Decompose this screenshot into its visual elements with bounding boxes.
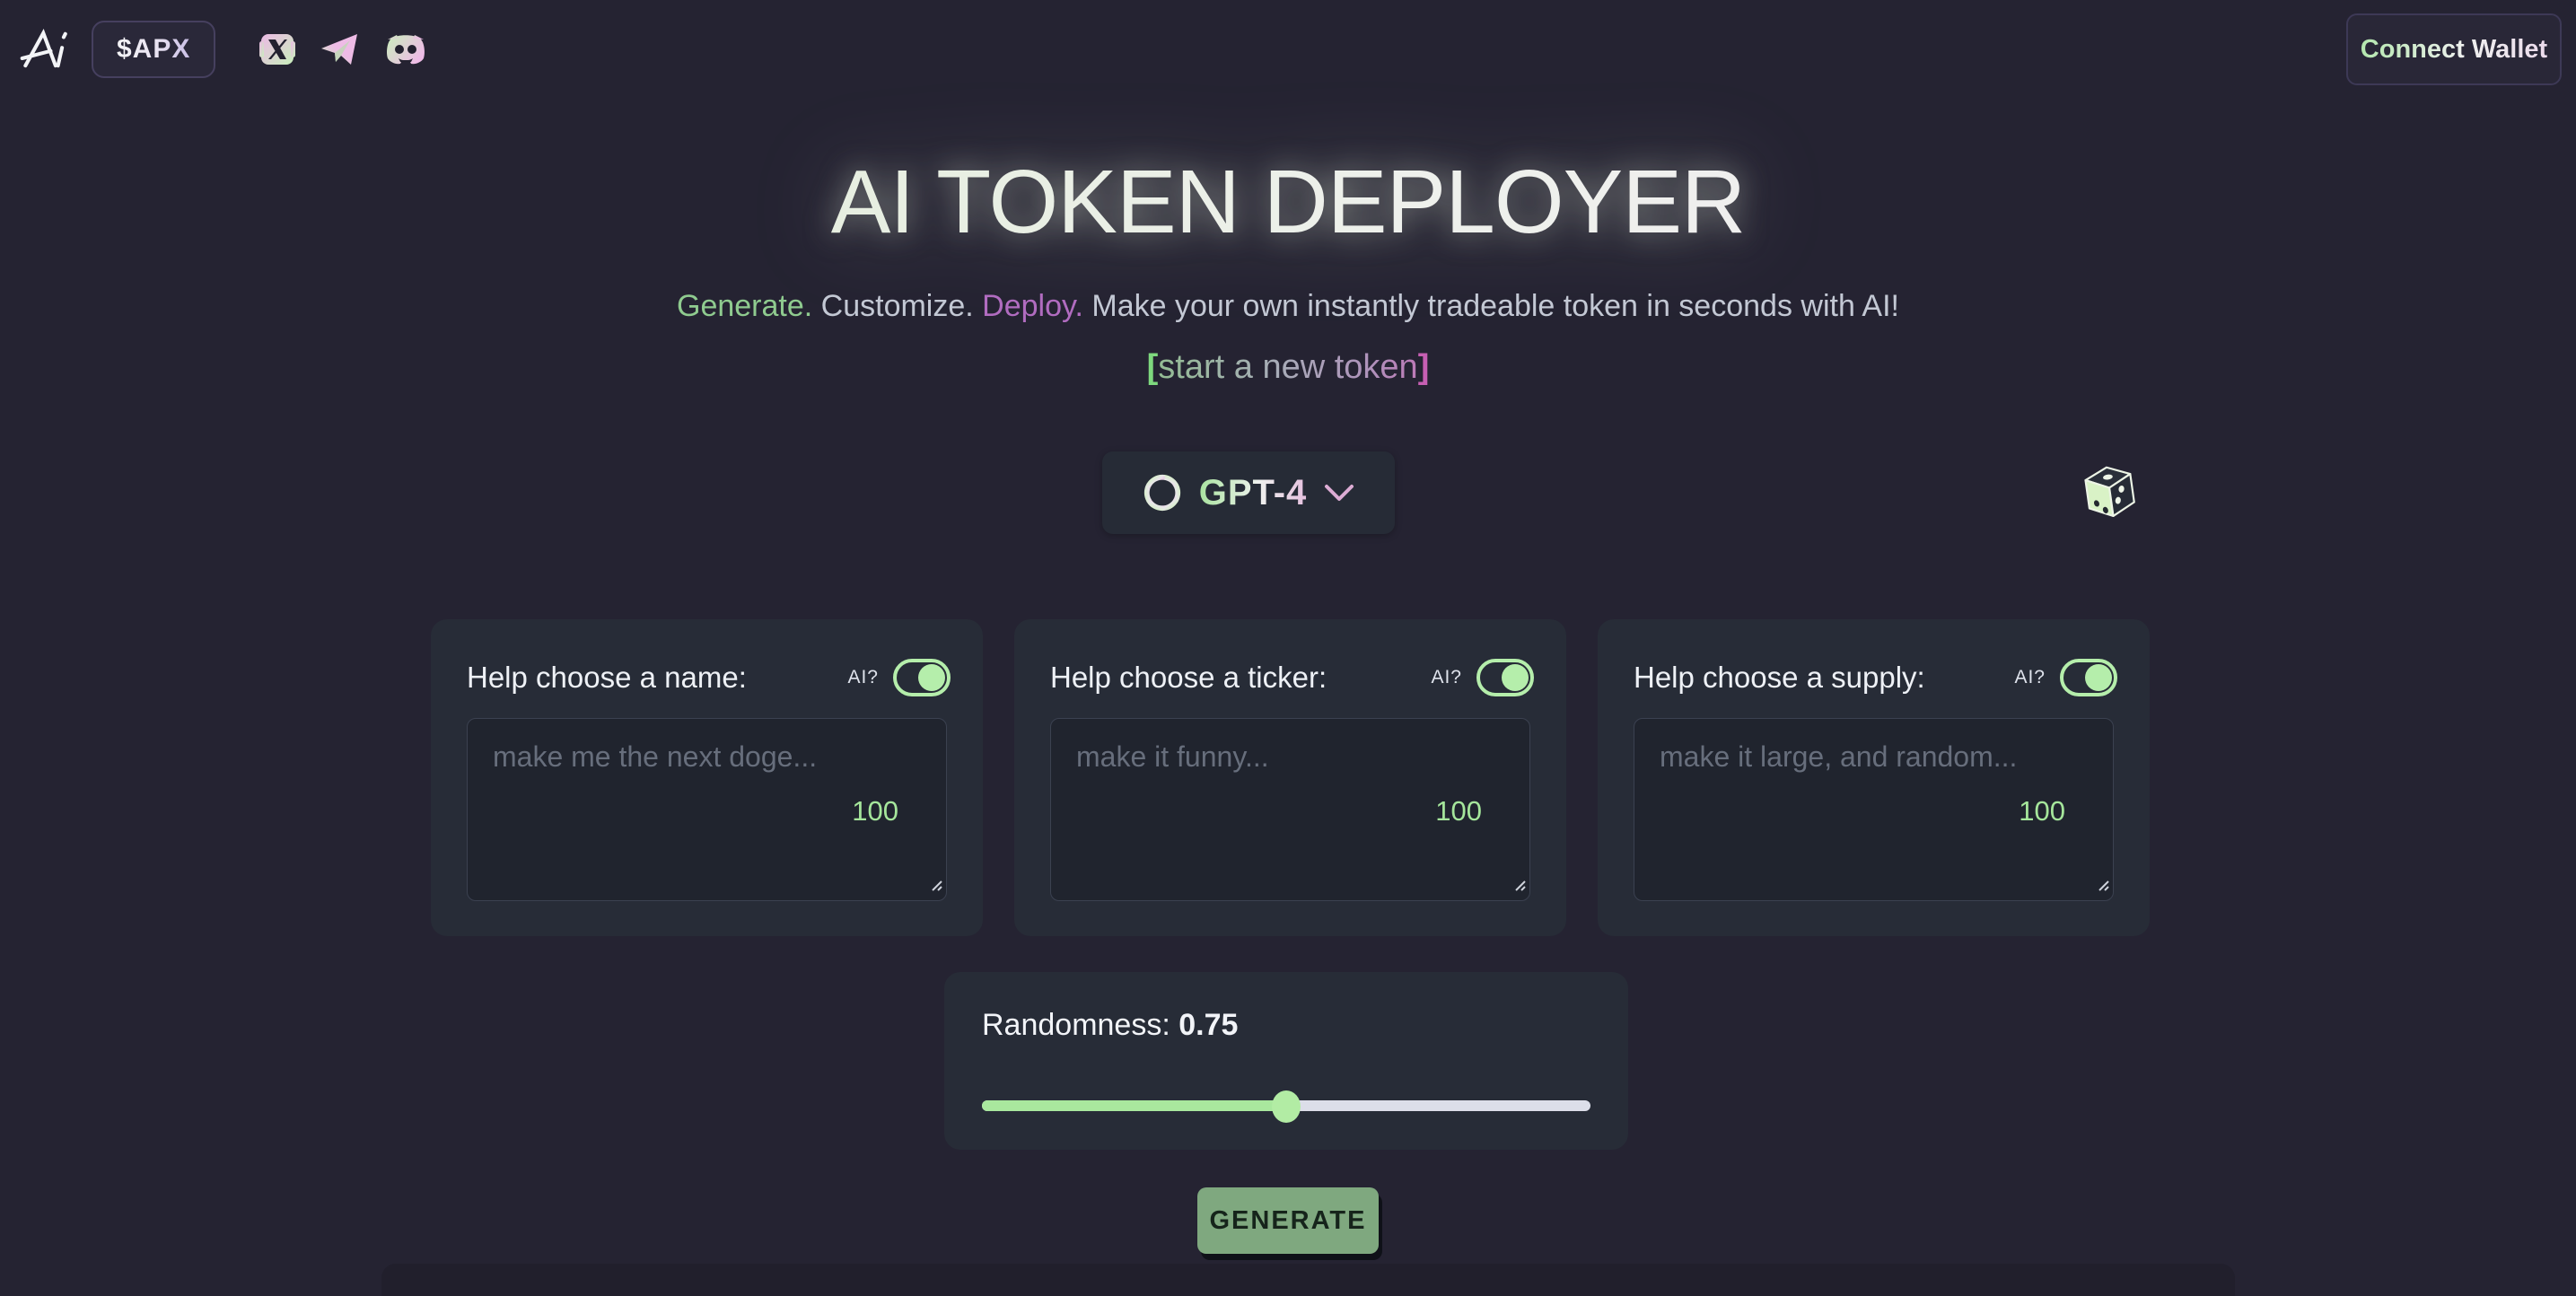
header: $APX: [0, 0, 2576, 99]
name-input-wrap: 100: [467, 718, 951, 901]
ticker-card-label: Help choose a ticker:: [1050, 661, 1327, 695]
subtitle-rest: Make your own instantly tradeable token …: [1083, 289, 1899, 323]
model-select-label: GPT-4: [1199, 473, 1308, 513]
name-prompt-input[interactable]: [467, 718, 947, 901]
chevron-down-icon: [1323, 482, 1355, 504]
randomness-card: Randomness: 0.75: [944, 972, 1628, 1150]
ticker-prompt-input[interactable]: [1050, 718, 1530, 901]
supply-card-label: Help choose a supply:: [1634, 661, 1925, 695]
openai-icon: [1142, 472, 1183, 513]
connect-wallet-label: Connect Wallet: [2361, 35, 2547, 65]
generate-button[interactable]: GENERATE: [1197, 1187, 1379, 1254]
toggle-knob: [2085, 664, 2112, 691]
subtitle: Generate. Customize. Deploy. Make your o…: [0, 289, 2576, 324]
page-title: AI TOKEN DEPLOYER: [0, 151, 2576, 254]
slider-fill: [982, 1100, 1286, 1111]
page: $APX: [0, 0, 2576, 1296]
supply-input-wrap: 100: [1634, 718, 2117, 901]
randomness-label: Randomness: 0.75: [982, 1008, 1590, 1043]
randomness-label-text: Randomness:: [982, 1008, 1170, 1042]
ai-toggle[interactable]: [893, 659, 951, 696]
name-card-label: Help choose a name:: [467, 661, 747, 695]
apx-token-label: $APX: [117, 34, 190, 65]
ticker-card: Help choose a ticker: AI? 100: [1014, 619, 1566, 936]
subtitle-generate: Generate.: [677, 289, 812, 323]
name-card: Help choose a name: AI? 100: [431, 619, 983, 936]
apx-token-badge[interactable]: $APX: [92, 21, 215, 78]
dice-icon[interactable]: [2079, 462, 2142, 525]
subtitle-deploy: Deploy.: [974, 289, 1083, 323]
connect-wallet-button[interactable]: Connect Wallet: [2346, 13, 2562, 85]
randomness-value: 0.75: [1178, 1008, 1238, 1042]
next-section-edge: [381, 1264, 2235, 1296]
start-new-token-link[interactable]: [start a new token]: [0, 348, 2576, 387]
ai-toggle-group: AI?: [2014, 659, 2117, 696]
x-icon[interactable]: [258, 31, 296, 68]
app-logo-icon[interactable]: [20, 23, 72, 75]
ai-toggle[interactable]: [1476, 659, 1534, 696]
discord-icon[interactable]: [384, 31, 427, 67]
toggle-knob: [918, 664, 945, 691]
telegram-icon[interactable]: [320, 31, 361, 68]
ai-toggle-group: AI?: [1431, 659, 1534, 696]
subtitle-customize: Customize.: [812, 289, 974, 323]
ai-label: AI?: [847, 667, 879, 688]
supply-card: Help choose a supply: AI? 100: [1598, 619, 2150, 936]
toggle-knob: [1502, 664, 1529, 691]
bracket-open: [: [1147, 348, 1159, 386]
model-select-dropdown[interactable]: GPT-4: [1102, 451, 1395, 534]
name-card-header: Help choose a name: AI?: [467, 659, 951, 696]
ai-label: AI?: [2014, 667, 2046, 688]
ticker-input-wrap: 100: [1050, 718, 1534, 901]
slider-knob[interactable]: [1272, 1090, 1301, 1123]
bracket-close: ]: [1418, 348, 1430, 386]
ai-toggle[interactable]: [2060, 659, 2117, 696]
social-links: [258, 31, 427, 68]
randomness-slider[interactable]: [982, 1090, 1590, 1122]
supply-card-header: Help choose a supply: AI?: [1634, 659, 2117, 696]
ticker-card-header: Help choose a ticker: AI?: [1050, 659, 1534, 696]
ai-label: AI?: [1431, 667, 1462, 688]
start-link-label: start a new token: [1158, 348, 1417, 386]
supply-prompt-input[interactable]: [1634, 718, 2114, 901]
ai-toggle-group: AI?: [847, 659, 951, 696]
